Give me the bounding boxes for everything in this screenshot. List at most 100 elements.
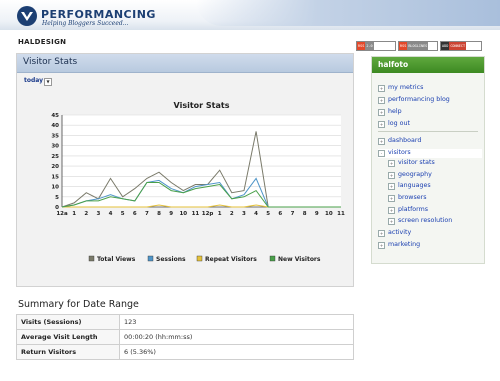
expand-icon[interactable]: + [378, 97, 385, 104]
x-tick-label: 2 [84, 211, 88, 217]
expand-icon[interactable]: + [388, 183, 395, 190]
expand-icon[interactable]: + [378, 109, 385, 116]
y-tick-label: 30 [51, 144, 59, 150]
legend-label: New Visitors [278, 256, 321, 263]
x-tick-label: 1 [218, 211, 222, 217]
y-tick-label: 45 [51, 113, 59, 119]
badge-right-text: BLOGLINES [407, 42, 429, 50]
expand-icon[interactable]: + [388, 195, 395, 202]
x-tick-label: 4 [254, 211, 258, 217]
legend-swatch [147, 255, 154, 262]
summary-label: Visits (Sessions) [16, 314, 120, 330]
table-row: Visits (Sessions) 123 [16, 314, 354, 330]
sidebar-item-label[interactable]: screen resolution [398, 217, 452, 224]
x-tick-label: 7 [291, 211, 295, 217]
collapse-icon[interactable]: - [378, 150, 385, 157]
x-tick-label: 6 [278, 211, 282, 217]
expand-icon[interactable]: + [378, 230, 385, 237]
top-banner: PERFORMANCING Helping Bloggers Succeed..… [0, 0, 500, 30]
connect-badge[interactable]: ADD CONNECT [440, 41, 482, 51]
sidebar-item-label[interactable]: my metrics [388, 84, 423, 91]
x-tick-label: 8 [303, 211, 307, 217]
x-tick-label: 11 [192, 211, 200, 217]
y-tick-label: 40 [51, 123, 59, 129]
brand-tagline: Helping Bloggers Succeed... [42, 20, 129, 27]
sidebar: halfoto + my metrics + performancing blog + h… [371, 56, 485, 264]
x-tick-label: 5 [121, 211, 125, 217]
y-tick-label: 20 [51, 164, 59, 170]
expand-icon[interactable]: + [388, 160, 395, 167]
summary-value: 00:00:20 (hh:mm:ss) [119, 329, 354, 345]
badge-left-text: RSS [357, 42, 366, 50]
sidebar-item-label[interactable]: marketing [388, 241, 420, 248]
badge-right-text: 2.0 [365, 42, 374, 50]
sidebar-item-label[interactable]: platforms [398, 206, 428, 213]
sidebar-item-label[interactable]: languages [398, 182, 431, 189]
badge-left-text: ADD [441, 42, 450, 50]
table-row: Return Visitors 6 (5.36%) [16, 344, 354, 360]
sidebar-item-label[interactable]: activity [388, 229, 411, 236]
sidebar-divider [378, 131, 478, 132]
x-tick-label: 2 [230, 211, 234, 217]
summary-title: Summary for Date Range [18, 299, 139, 310]
x-tick-label: 12a [56, 211, 68, 217]
sidebar-account-name: halfoto [378, 60, 409, 69]
sidebar-item-label[interactable]: visitor stats [398, 159, 435, 166]
rss-badge[interactable]: RSS 2.0 [356, 41, 396, 51]
expand-icon[interactable]: + [378, 242, 385, 249]
table-row: Average Visit Length 00:00:20 (hh:mm:ss) [16, 329, 354, 345]
legend-label: Sessions [156, 256, 186, 263]
x-tick-label: 10 [179, 211, 187, 217]
expand-icon[interactable]: + [388, 172, 395, 179]
x-tick-label: 10 [325, 211, 333, 217]
legend-label: Total Views [97, 256, 136, 263]
badge-left-text: RSS [399, 42, 408, 50]
legend-swatch [196, 255, 203, 262]
sidebar-item-label[interactable]: help [388, 108, 402, 115]
y-tick-label: 5 [55, 195, 59, 201]
sidebar-item-label[interactable]: geography [398, 171, 432, 178]
summary-value: 6 (5.36%) [119, 344, 354, 360]
sidebar-item-visitors[interactable]: - visitors [378, 149, 482, 158]
expand-icon[interactable]: + [378, 85, 385, 92]
expand-icon[interactable]: + [388, 218, 395, 225]
visitor-stats-chart: Visitor Stats05101520253035404512a 1 2 3 4 5 6… [51, 101, 345, 263]
y-tick-label: 35 [51, 133, 59, 139]
sidebar-item-label[interactable]: browsers [398, 194, 426, 201]
summary-label: Return Visitors [16, 344, 120, 360]
sidebar-item-label[interactable]: dashboard [388, 137, 421, 144]
summary-label: Average Visit Length [16, 329, 120, 345]
expand-icon[interactable]: + [378, 138, 385, 145]
x-tick-label: 1 [72, 211, 76, 217]
sidebar-item-label[interactable]: log out [388, 120, 410, 127]
sidebar-item-label[interactable]: performancing blog [388, 96, 450, 103]
site-name: HALDESIGN [18, 38, 67, 46]
x-tick-label: 3 [242, 211, 246, 217]
plot-area [62, 115, 341, 207]
x-tick-label: 7 [145, 211, 149, 217]
visitor-stats-panel: Visitor Stats today ▼ Visitor Stats 0 5 10 1… [16, 53, 354, 287]
x-tick-label: 3 [96, 211, 100, 217]
badge-right-text: CONNECT [449, 42, 467, 50]
x-tick-label: 6 [133, 211, 137, 217]
expand-icon[interactable]: + [388, 207, 395, 214]
x-tick-label: 8 [157, 211, 161, 217]
legend-swatch [88, 255, 95, 262]
bloglines-badge[interactable]: RSS BLOGLINES [398, 41, 438, 51]
summary-table: Visits (Sessions) 123 Average Visit Leng… [16, 314, 354, 360]
sidebar-header: halfoto [372, 57, 484, 73]
summary-value: 123 [119, 314, 354, 330]
x-tick-label: 4 [109, 211, 113, 217]
expand-icon[interactable]: + [378, 121, 385, 128]
sidebar-item-label[interactable]: visitors [388, 149, 411, 156]
y-tick-label: 10 [51, 185, 59, 191]
chart-title: Visitor Stats [174, 101, 230, 110]
x-tick-label: 11 [337, 211, 345, 217]
banner-swoosh [196, 0, 500, 26]
x-tick-label: 5 [266, 211, 270, 217]
x-tick-label: 12p [202, 211, 214, 217]
performancing-logo-icon[interactable] [16, 5, 38, 27]
legend-label: Repeat Visitors [205, 256, 257, 263]
x-tick-label: 9 [315, 211, 319, 217]
y-tick-label: 25 [51, 154, 59, 160]
